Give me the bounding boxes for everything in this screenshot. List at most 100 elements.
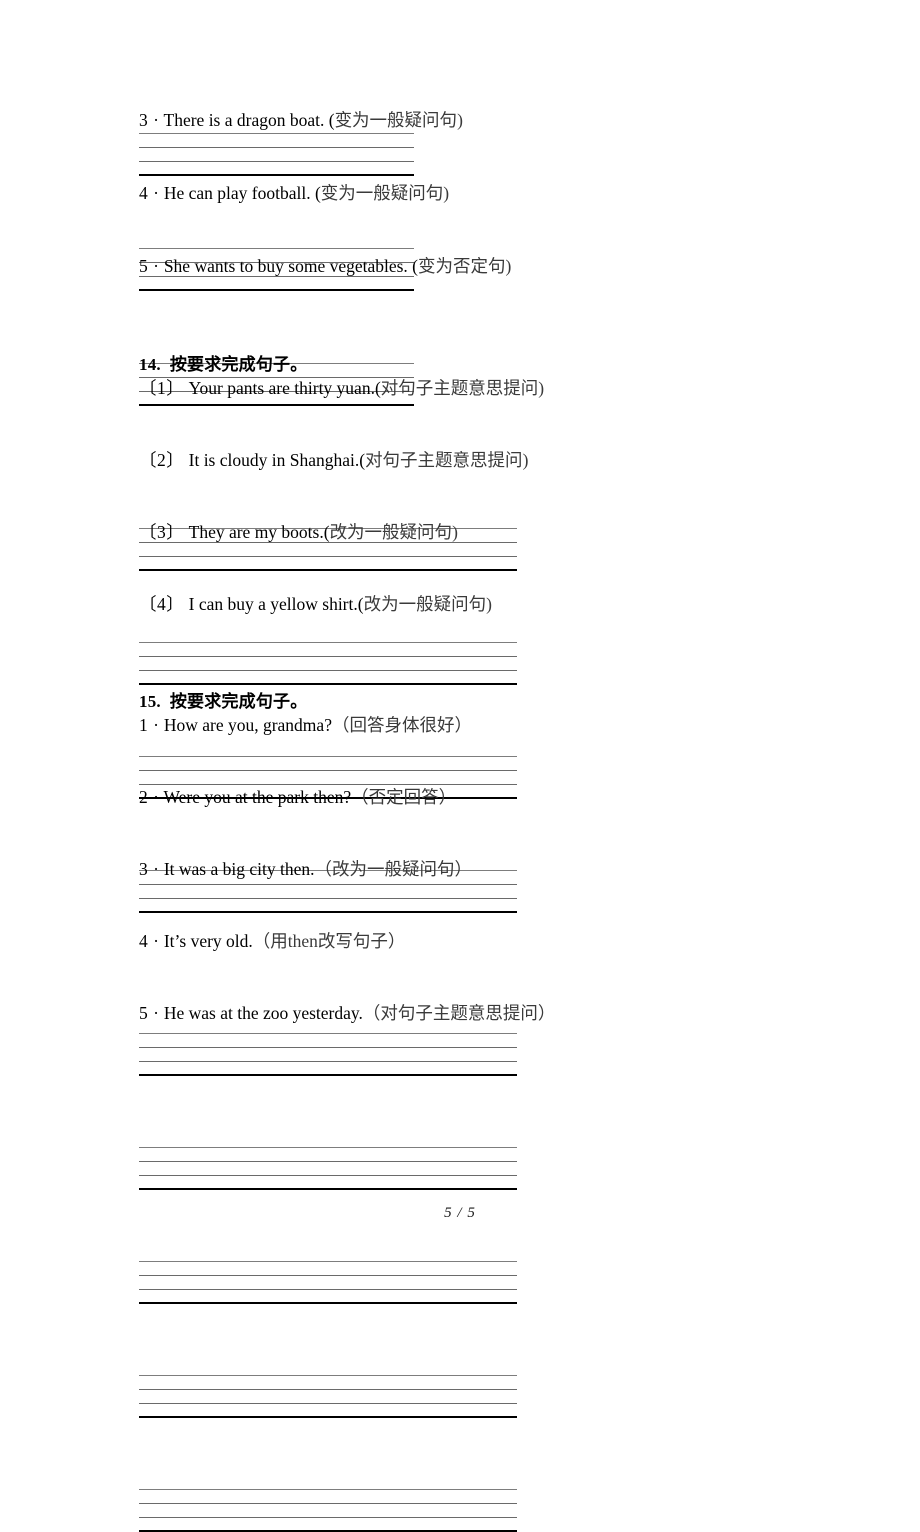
question-marker: 5 · xyxy=(139,256,160,276)
question-chinese: 变为一般疑问句 xyxy=(334,110,458,130)
question-marker: 4 · xyxy=(139,183,160,203)
answer-line[interactable] xyxy=(139,911,517,913)
answer-line[interactable] xyxy=(139,1188,517,1190)
question-english: It is cloudy in Shanghai.( xyxy=(184,450,366,470)
question-item: 〔2〕 It is cloudy in Shanghai.(对句子主题意思提问) xyxy=(139,450,528,471)
answer-line[interactable] xyxy=(139,784,517,785)
question-marker: 〔3〕 xyxy=(139,522,185,542)
answer-line[interactable] xyxy=(139,1389,517,1390)
answer-line[interactable] xyxy=(139,642,517,643)
question-marker: 2 · xyxy=(139,787,160,807)
question-text: 5 · He was at the zoo yesterday.（对句子主题意思… xyxy=(139,1003,555,1024)
answer-line[interactable] xyxy=(139,770,517,771)
answer-line[interactable] xyxy=(139,556,517,557)
answer-line[interactable] xyxy=(139,1074,517,1076)
question-close-paren: ) xyxy=(538,378,545,398)
question-chinese: （回答身体很好） xyxy=(331,715,472,735)
question-chinese: 对句子主题意思提问 xyxy=(380,378,539,398)
answer-line[interactable] xyxy=(139,404,414,406)
answer-line[interactable] xyxy=(139,1175,517,1176)
question-english: It’s very old. xyxy=(159,931,253,951)
question-item: 3 · It was a big city then.（改为一般疑问句） xyxy=(139,859,472,880)
question-item: 1 · How are you, grandma?（回答身体很好） xyxy=(139,715,472,736)
question-english: He was at the zoo yesterday. xyxy=(159,1003,363,1023)
answer-lines[interactable] xyxy=(139,1261,517,1304)
section-title: 按要求完成句子。 xyxy=(169,692,308,711)
answer-line[interactable] xyxy=(139,1061,517,1062)
answer-lines[interactable] xyxy=(139,1033,517,1076)
question-english: They are my boots.( xyxy=(184,522,330,542)
question-english: He can play football. ( xyxy=(159,183,321,203)
answer-line[interactable] xyxy=(139,1261,517,1262)
question-text: 〔3〕 They are my boots.(改为一般疑问句) xyxy=(139,522,458,543)
answer-line[interactable] xyxy=(139,1147,517,1148)
answer-line[interactable] xyxy=(139,1275,517,1276)
question-marker: 1 · xyxy=(139,715,160,735)
answer-line[interactable] xyxy=(139,898,517,899)
answer-line[interactable] xyxy=(139,1416,517,1418)
question-close-paren: ) xyxy=(522,450,529,470)
question-item: 4 · He can play football. (变为一般疑问句) xyxy=(139,183,449,204)
question-item: 5 · She wants to buy some vegetables. (变… xyxy=(139,256,511,277)
question-marker: 〔2〕 xyxy=(139,450,185,470)
answer-line[interactable] xyxy=(139,1289,517,1290)
answer-lines[interactable] xyxy=(139,1147,517,1190)
question-item: 2 · Were you at the park then?（否定回答） xyxy=(139,787,456,808)
answer-line[interactable] xyxy=(139,1375,517,1376)
question-chinese: 对句子主题意思提问 xyxy=(365,450,523,470)
question-english: She wants to buy some vegetables. ( xyxy=(159,256,419,276)
question-close-paren: ) xyxy=(452,522,458,542)
answer-line[interactable] xyxy=(139,174,414,176)
question-item: 〔1〕 Your pants are thirty yuan.(对句子主题意思提… xyxy=(139,378,544,399)
answer-line[interactable] xyxy=(139,133,414,134)
page-number-footer: 5 / 5 xyxy=(444,1205,476,1221)
worksheet-page: 3 · There is a dragon boat. (变为一般疑问句) 4 … xyxy=(0,0,920,1532)
answer-lines[interactable] xyxy=(139,133,414,176)
answer-line[interactable] xyxy=(139,569,517,571)
answer-lines[interactable] xyxy=(139,1489,517,1532)
question-close-paren: ) xyxy=(486,594,492,614)
answer-line[interactable] xyxy=(139,1403,517,1404)
answer-line[interactable] xyxy=(139,1161,517,1162)
question-marker: 〔1〕 xyxy=(139,378,185,398)
question-chinese: （否定回答） xyxy=(351,787,457,807)
answer-line[interactable] xyxy=(139,289,414,291)
question-item: 4 · It’s very old.（用then改写句子） xyxy=(139,931,405,952)
question-item: 5 · He was at the zoo yesterday.（对句子主题意思… xyxy=(139,1003,555,1024)
answer-line[interactable] xyxy=(139,884,517,885)
question-chinese: （用then改写句子） xyxy=(252,931,406,951)
question-item: 3 · There is a dragon boat. (变为一般疑问句) xyxy=(139,110,463,131)
answer-line[interactable] xyxy=(139,1302,517,1304)
question-english: Your pants are thirty yuan.( xyxy=(184,378,381,398)
question-chinese: 改为一般疑问句 xyxy=(329,522,453,542)
question-text: 2 · Were you at the park then?（否定回答） xyxy=(139,787,456,808)
question-text: 〔1〕 Your pants are thirty yuan.(对句子主题意思提… xyxy=(139,378,544,399)
question-text: 〔2〕 It is cloudy in Shanghai.(对句子主题意思提问) xyxy=(139,450,528,471)
section-number: 14. xyxy=(139,355,161,374)
answer-line[interactable] xyxy=(139,1033,517,1034)
answer-line[interactable] xyxy=(139,1517,517,1518)
answer-line[interactable] xyxy=(139,670,517,671)
answer-line[interactable] xyxy=(139,683,517,685)
question-close-paren: ) xyxy=(505,256,512,276)
answer-line[interactable] xyxy=(139,248,414,249)
answer-line[interactable] xyxy=(139,656,517,657)
question-marker: 4 · xyxy=(139,931,160,951)
question-chinese: （改为一般疑问句） xyxy=(314,859,472,879)
answer-line[interactable] xyxy=(139,1047,517,1048)
question-english: How are you, grandma? xyxy=(159,715,332,735)
question-text: 4 · It’s very old.（用then改写句子） xyxy=(139,931,405,952)
answer-line[interactable] xyxy=(139,1503,517,1504)
question-text: 4 · He can play football. (变为一般疑问句) xyxy=(139,183,449,204)
answer-lines[interactable] xyxy=(139,642,517,685)
question-chinese: 变为否定句 xyxy=(418,256,506,276)
question-text: 3 · It was a big city then.（改为一般疑问句） xyxy=(139,859,472,880)
answer-line[interactable] xyxy=(139,147,414,148)
answer-line[interactable] xyxy=(139,756,517,757)
question-chinese: 变为一般疑问句 xyxy=(320,183,444,203)
answer-line[interactable] xyxy=(139,1489,517,1490)
question-text: 5 · She wants to buy some vegetables. (变… xyxy=(139,256,511,277)
question-chinese: 改为一般疑问句 xyxy=(363,594,487,614)
answer-lines[interactable] xyxy=(139,1375,517,1418)
answer-line[interactable] xyxy=(139,161,414,162)
